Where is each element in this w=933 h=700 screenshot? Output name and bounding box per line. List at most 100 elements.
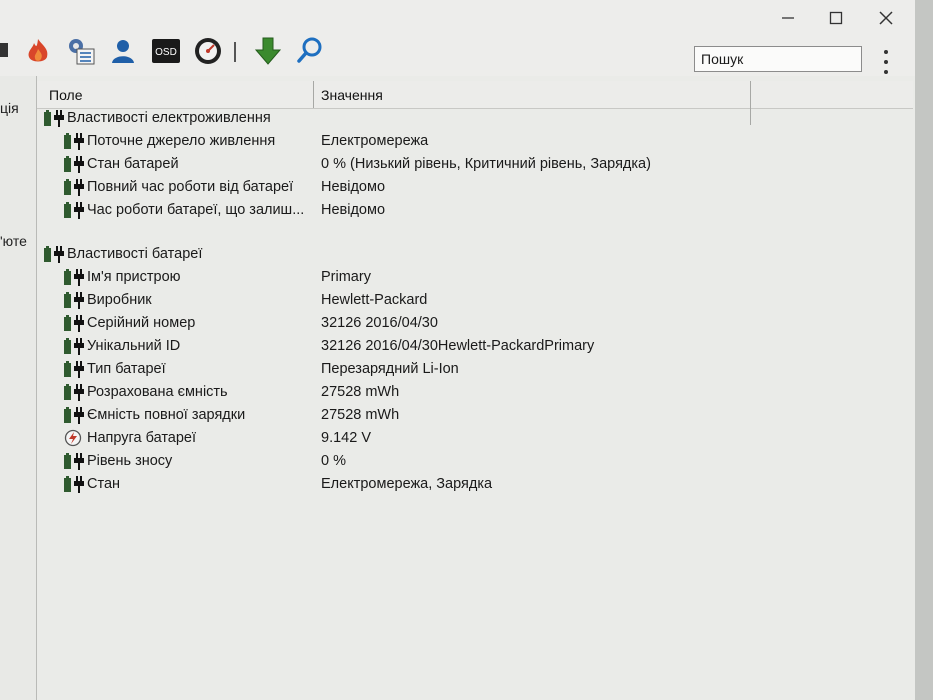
close-button[interactable] xyxy=(864,4,908,32)
property-row[interactable]: Час роботи батареї, що залиш... xyxy=(63,198,304,221)
property-field: Час роботи батареї, що залиш... xyxy=(87,201,305,218)
app-window: OSD Пошук ція 'юте Поле Значення Властив… xyxy=(0,0,915,700)
battery-plug-icon xyxy=(64,383,84,401)
title-bar xyxy=(0,0,915,36)
left-pane-item[interactable]: 'юте xyxy=(0,233,27,249)
property-row[interactable]: Повний час роботи від батареї xyxy=(63,175,293,198)
property-icon xyxy=(63,268,85,286)
property-field: Повний час роботи від батареї xyxy=(87,178,294,195)
maximize-button[interactable] xyxy=(814,4,858,32)
group-icon xyxy=(43,109,65,127)
config-list-icon xyxy=(69,39,95,65)
property-value: 0 % (Низький рівень, Критичний рівень, З… xyxy=(321,155,651,172)
minimize-icon xyxy=(782,17,794,19)
battery-plug-icon xyxy=(64,201,84,219)
property-value: 0 % xyxy=(321,452,346,469)
property-row[interactable]: Напруга батареї xyxy=(63,426,196,449)
property-field: Розрахована ємність xyxy=(87,383,228,400)
column-value-header[interactable]: Значення xyxy=(321,81,383,108)
battery-plug-icon xyxy=(44,109,64,127)
battery-plug-icon xyxy=(64,291,84,309)
toolbar-osd-button[interactable]: OSD xyxy=(150,36,182,66)
toolbar-user-button[interactable] xyxy=(108,36,138,66)
arrow-down-icon xyxy=(254,37,282,65)
battery-plug-icon xyxy=(64,132,84,150)
property-icon xyxy=(63,337,85,355)
property-icon xyxy=(63,406,85,424)
property-value: 27528 mWh xyxy=(321,406,400,423)
property-icon xyxy=(63,155,85,173)
property-value: Невідомо xyxy=(321,178,386,195)
battery-plug-icon xyxy=(64,155,84,173)
property-row[interactable]: Серійний номер xyxy=(63,311,195,334)
property-row[interactable]: Ємність повної зарядки xyxy=(63,403,245,426)
kebab-dot xyxy=(884,50,888,54)
property-row[interactable]: Унікальний ID xyxy=(63,334,180,357)
toolbar-config-button[interactable] xyxy=(64,36,98,66)
property-row[interactable]: Стан xyxy=(63,472,120,495)
battery-plug-icon xyxy=(44,245,64,263)
property-value: Primary xyxy=(321,268,371,285)
property-value: 32126 2016/04/30 xyxy=(321,314,438,331)
toolbar-download-button[interactable] xyxy=(252,36,284,66)
property-field: Виробник xyxy=(87,291,152,308)
toolbar-search-button[interactable] xyxy=(294,36,326,66)
flame-icon xyxy=(28,39,48,62)
column-divider[interactable] xyxy=(313,81,314,108)
property-value: Електромережа xyxy=(321,132,429,149)
toolbar-flame-button[interactable] xyxy=(22,36,54,66)
column-field-header[interactable]: Поле xyxy=(49,81,83,108)
computer-icon xyxy=(0,43,8,57)
battery-plug-icon xyxy=(64,268,84,286)
toolbar-separator xyxy=(234,42,236,62)
property-field: Рівень зносу xyxy=(87,452,173,469)
property-icon xyxy=(63,314,85,332)
property-value: 32126 2016/04/30Hewlett-PackardPrimary xyxy=(321,337,595,354)
property-row[interactable]: Розрахована ємність xyxy=(63,380,228,403)
property-icon xyxy=(63,475,85,493)
property-row[interactable]: Тип батареї xyxy=(63,357,166,380)
property-field: Поточне джерело живлення xyxy=(87,132,276,149)
search-box[interactable] xyxy=(694,46,862,72)
user-icon xyxy=(112,40,134,63)
property-field: Ім'я пристрою xyxy=(87,268,181,285)
property-value: Перезарядний Li-Ion xyxy=(321,360,459,377)
property-value: 27528 mWh xyxy=(321,383,400,400)
property-icon xyxy=(63,178,85,196)
group-header[interactable]: Властивості електроживлення xyxy=(43,106,271,129)
property-row[interactable]: Поточне джерело живлення xyxy=(63,129,275,152)
property-icon xyxy=(63,291,85,309)
property-icon xyxy=(63,360,85,378)
property-icon xyxy=(63,452,85,470)
kebab-dot xyxy=(884,70,888,74)
group-header[interactable]: Властивості батареї xyxy=(43,242,202,265)
property-value: 9.142 V xyxy=(321,429,371,446)
left-pane-item[interactable]: ція xyxy=(0,100,19,116)
property-row[interactable]: Рівень зносу xyxy=(63,449,172,472)
toolbar-gauge-button[interactable] xyxy=(192,36,224,66)
property-field: Тип батареї xyxy=(87,360,166,377)
property-icon xyxy=(63,201,85,219)
osd-label: OSD xyxy=(155,47,177,58)
property-icon xyxy=(63,429,85,447)
property-row[interactable]: Виробник xyxy=(63,288,152,311)
property-value: Hewlett-Packard xyxy=(321,291,428,308)
search-input[interactable] xyxy=(695,47,861,71)
property-field: Ємність повної зарядки xyxy=(87,406,246,423)
toolbar-partial-button[interactable] xyxy=(0,36,10,66)
property-row[interactable]: Стан батарей xyxy=(63,152,179,175)
column-header: Поле Значення xyxy=(37,81,913,125)
battery-plug-icon xyxy=(64,178,84,196)
property-field: Серійний номер xyxy=(87,314,196,331)
maximize-icon xyxy=(829,11,843,25)
property-field: Напруга батареї xyxy=(87,429,197,446)
column-divider[interactable] xyxy=(750,81,751,125)
kebab-dot xyxy=(884,60,888,64)
battery-plug-icon xyxy=(64,452,84,470)
group-title: Властивості батареї xyxy=(67,245,203,262)
property-list: Поле Значення Властивості електроживленн… xyxy=(37,76,915,700)
property-row[interactable]: Ім'я пристрою xyxy=(63,265,181,288)
property-field: Стан xyxy=(87,475,121,492)
minimize-button[interactable] xyxy=(766,4,810,32)
more-options-button[interactable] xyxy=(880,50,892,74)
